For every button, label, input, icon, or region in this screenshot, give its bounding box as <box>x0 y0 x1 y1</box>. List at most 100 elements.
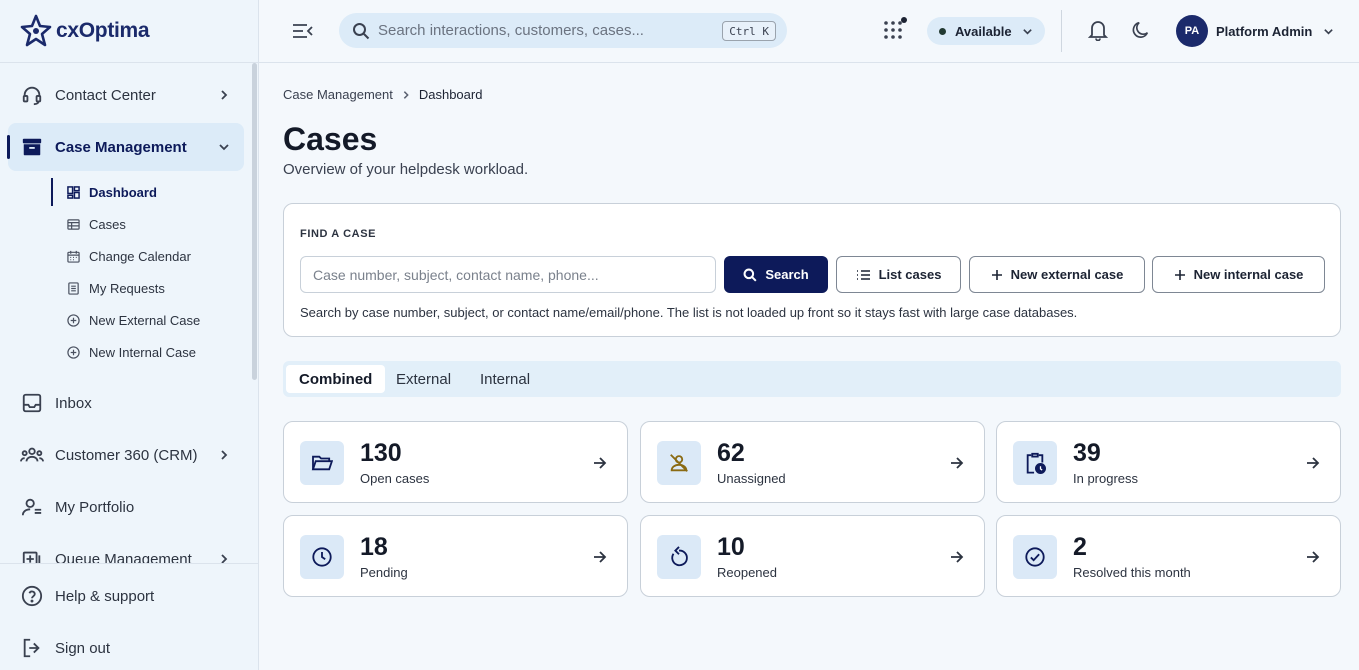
avatar: PA <box>1176 15 1208 47</box>
nav-contact-center[interactable]: Contact Center <box>8 71 244 119</box>
notifications-button[interactable] <box>1087 19 1110 43</box>
sub-label: Change Calendar <box>89 248 191 264</box>
chevron-down-icon <box>1022 26 1033 37</box>
sidebar-footer-divider <box>0 563 259 564</box>
list-cases-label: List cases <box>878 267 942 282</box>
sidebar: cxOptima Contact Center Case Management … <box>0 0 259 670</box>
top-header: Ctrl K Available PA Platform Admin <box>259 0 1359 63</box>
arrow-right-icon <box>947 547 967 567</box>
plus-icon <box>1174 269 1185 280</box>
status-dot <box>939 27 946 35</box>
arrow-right-icon <box>1303 547 1323 567</box>
sub-item-change-calendar[interactable]: Change Calendar <box>52 242 191 270</box>
sub-item-my-requests[interactable]: My Requests <box>52 274 165 302</box>
sub-item-dashboard[interactable]: Dashboard <box>52 178 157 206</box>
app-logo[interactable]: cxOptima <box>20 14 150 48</box>
sub-item-cases[interactable]: Cases <box>52 210 126 238</box>
page-subtitle: Overview of your helpdesk workload. <box>283 161 529 178</box>
stat-value: 2 <box>1073 533 1087 561</box>
stat-card-unassigned[interactable]: 62 Unassigned <box>640 421 985 503</box>
list-cases-button[interactable]: List cases <box>836 256 961 293</box>
user-menu[interactable]: PA Platform Admin <box>1176 14 1334 48</box>
find-case-panel: FIND A CASE Search List cases New extern… <box>283 203 1341 337</box>
chevron-right-icon <box>214 449 234 461</box>
nav-label: Sign out <box>55 639 111 657</box>
table-list-icon <box>66 217 80 231</box>
folder-open-icon <box>300 441 344 485</box>
stat-card-open-cases[interactable]: 130 Open cases <box>283 421 628 503</box>
user-name: Platform Admin <box>1216 23 1313 39</box>
global-search[interactable]: Ctrl K <box>339 13 787 48</box>
search-button-label: Search <box>765 267 809 282</box>
sub-label: Dashboard <box>89 184 157 200</box>
stat-label: Unassigned <box>717 471 786 486</box>
find-case-title: FIND A CASE <box>300 228 377 240</box>
nav-case-management[interactable]: Case Management <box>7 123 244 171</box>
plus-circle-icon <box>66 313 80 327</box>
sub-item-new-internal-case[interactable]: New Internal Case <box>52 338 196 366</box>
nav-sign-out[interactable]: Sign out <box>8 624 244 670</box>
stat-label: Open cases <box>360 471 430 486</box>
search-icon <box>353 22 370 39</box>
stat-value: 18 <box>360 533 388 561</box>
person-card-icon <box>20 495 44 519</box>
stat-card-reopened[interactable]: 10 Reopened <box>640 515 985 597</box>
rotate-icon <box>657 535 701 579</box>
global-search-input[interactable] <box>378 22 708 39</box>
agent-status-dropdown[interactable]: Available <box>927 17 1045 45</box>
stat-card-resolved-this-month[interactable]: 2 Resolved this month <box>996 515 1341 597</box>
nav-queue-management[interactable]: Queue Management <box>8 535 244 563</box>
new-internal-case-label: New internal case <box>1193 267 1304 282</box>
nav-my-portfolio[interactable]: My Portfolio <box>8 483 244 531</box>
nav-label: Help & support <box>55 587 155 605</box>
shortcut-hint: Ctrl K <box>722 21 776 41</box>
tab-combined[interactable]: Combined <box>286 365 386 393</box>
chevron-right-icon <box>214 89 234 101</box>
calendar-icon <box>66 249 80 263</box>
collapse-menu-button[interactable] <box>291 19 315 43</box>
arrow-right-icon <box>1303 453 1323 473</box>
sub-item-new-external-case[interactable]: New External Case <box>52 306 200 334</box>
help-circle-icon <box>20 584 44 608</box>
inbox-icon <box>20 391 44 415</box>
case-type-tabs: Combined External Internal <box>283 361 1341 397</box>
apps-grid-icon <box>884 21 902 39</box>
stat-value: 10 <box>717 533 745 561</box>
plus-icon <box>991 269 1002 280</box>
apps-launcher-button[interactable] <box>883 17 907 43</box>
headset-icon <box>20 83 44 107</box>
nav-label: Inbox <box>55 394 92 412</box>
find-case-help-text: Search by case number, subject, or conta… <box>300 305 1078 320</box>
tab-internal[interactable]: Internal <box>467 365 543 393</box>
chevron-down-icon <box>214 141 234 153</box>
search-button[interactable]: Search <box>724 256 828 293</box>
theme-toggle-button[interactable] <box>1131 19 1153 43</box>
nav-customer-360[interactable]: Customer 360 (CRM) <box>8 431 244 479</box>
bell-icon <box>1087 21 1109 42</box>
breadcrumb-current: Dashboard <box>418 87 483 102</box>
stat-label: Pending <box>360 565 408 580</box>
arrow-right-icon <box>590 453 610 473</box>
case-search-input[interactable] <box>300 256 716 293</box>
nav-label: Contact Center <box>55 86 156 104</box>
arrow-right-icon <box>947 453 967 473</box>
nav-label: Case Management <box>55 138 187 156</box>
stat-card-pending[interactable]: 18 Pending <box>283 515 628 597</box>
nav-label: Queue Management <box>55 550 192 564</box>
nav-help-support[interactable]: Help & support <box>8 572 244 620</box>
page-title: Cases <box>283 121 378 157</box>
list-icon <box>856 269 870 280</box>
tab-external[interactable]: External <box>383 365 464 393</box>
nav-inbox[interactable]: Inbox <box>8 379 244 427</box>
logo-mark-icon <box>20 14 52 47</box>
new-internal-case-button[interactable]: New internal case <box>1152 256 1325 293</box>
people-group-icon <box>20 443 44 467</box>
nav-label: Customer 360 (CRM) <box>55 446 198 464</box>
stat-card-in-progress[interactable]: 39 In progress <box>996 421 1341 503</box>
stat-value: 62 <box>717 439 745 467</box>
nav-label: My Portfolio <box>55 498 135 516</box>
sidebar-scrollbar[interactable] <box>252 63 257 380</box>
stat-label: Reopened <box>717 565 777 580</box>
new-external-case-button[interactable]: New external case <box>969 256 1145 293</box>
breadcrumb-parent-link[interactable]: Case Management <box>283 87 393 102</box>
